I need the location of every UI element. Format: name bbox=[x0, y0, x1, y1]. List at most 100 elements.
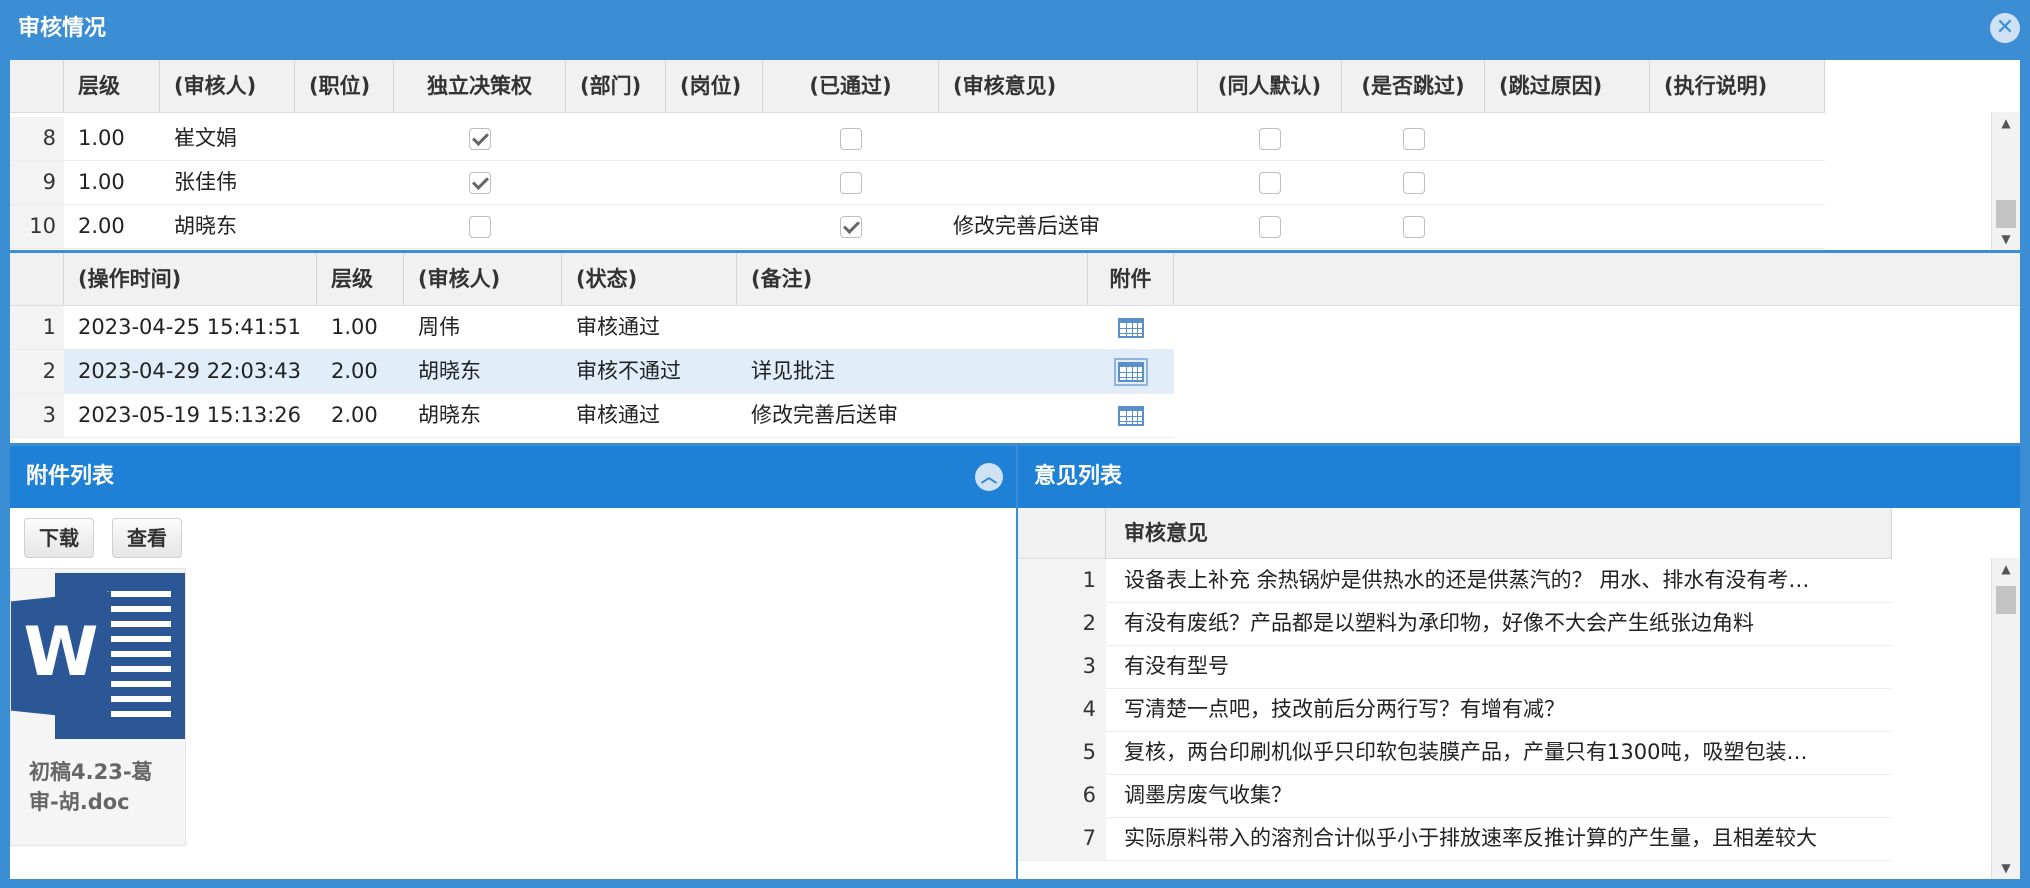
same-default-checkbox[interactable] bbox=[1259, 216, 1281, 238]
col-department[interactable]: (部门) bbox=[566, 60, 666, 112]
note-cell: 修改完善后送审 bbox=[751, 403, 898, 427]
row-number: 3 bbox=[1018, 645, 1106, 688]
col-same-default[interactable]: (同人默认) bbox=[1198, 60, 1342, 112]
row-number: 5 bbox=[1018, 731, 1106, 774]
independent-checkbox[interactable] bbox=[469, 172, 491, 194]
reviewer-cell: 张佳伟 bbox=[174, 170, 237, 194]
row-number: 3 bbox=[10, 394, 64, 437]
close-icon[interactable]: ✕ bbox=[1990, 13, 2020, 43]
level-cell: 1.00 bbox=[78, 170, 125, 194]
col-skip-reason[interactable]: (跳过原因) bbox=[1485, 60, 1650, 112]
skipped-cell bbox=[1342, 117, 1485, 160]
skipped-checkbox[interactable] bbox=[1402, 216, 1425, 238]
passed-checkbox[interactable] bbox=[840, 172, 862, 194]
list-item[interactable]: 6 调墨房废气收集？ bbox=[1018, 774, 1892, 818]
table-row[interactable]: 1 2023-04-25 15:41:51 1.00 周伟 审核通过 bbox=[10, 306, 1174, 350]
download-button[interactable]: 下载 bbox=[24, 518, 94, 558]
list-item[interactable]: 5 复核，两台印刷机似乎只印软包装膜产品，产量只有1300吨，吸塑包装… bbox=[1018, 731, 1892, 775]
attachment-grid-icon[interactable] bbox=[1118, 406, 1144, 426]
attachment-cell bbox=[1088, 306, 1174, 349]
col-level[interactable]: 层级 bbox=[64, 60, 160, 112]
col-post[interactable]: (岗位) bbox=[666, 60, 763, 112]
collapse-chevron-icon[interactable]: ︿ bbox=[975, 463, 1003, 491]
reviewer-cell: 胡晓东 bbox=[174, 214, 237, 238]
opinions-header: 审核意见 bbox=[1018, 508, 1892, 559]
scroll-up-icon[interactable]: ▲ bbox=[1992, 558, 2020, 580]
opinions-title: 意见列表 bbox=[1034, 464, 1123, 489]
review-table: 层级 (审核人) (职位) 独立决策权 (部门) (岗位) (已通过) (审核意… bbox=[10, 60, 2020, 250]
scroll-thumb[interactable] bbox=[1996, 586, 2016, 614]
col-reviewer[interactable]: (审核人) bbox=[404, 253, 562, 305]
col-opinion[interactable]: (审核意见) bbox=[939, 60, 1198, 112]
col-status[interactable]: (状态) bbox=[562, 253, 737, 305]
col-attachment[interactable]: 附件 bbox=[1088, 253, 1174, 305]
col-review-opinion[interactable]: 审核意见 bbox=[1106, 508, 1892, 558]
passed-checkbox[interactable] bbox=[840, 216, 862, 238]
skipped-cell bbox=[1342, 161, 1485, 204]
attachment-grid-icon[interactable] bbox=[1118, 318, 1144, 338]
attachment-cell bbox=[1088, 350, 1174, 393]
list-item[interactable]: 2 有没有废纸？产品都是以塑料为承印物，好像不大会产生纸张边角料 bbox=[1018, 602, 1892, 646]
row-number: 1 bbox=[10, 306, 64, 349]
skipped-cell bbox=[1342, 205, 1485, 248]
row-number: 6 bbox=[1018, 774, 1106, 817]
independent-checkbox[interactable] bbox=[469, 128, 491, 150]
scroll-up-icon[interactable]: ▲ bbox=[1992, 112, 2020, 134]
reviewer-cell: 崔文娟 bbox=[174, 126, 237, 150]
passed-cell bbox=[763, 161, 939, 204]
attachment-file-item[interactable]: W 初稿4.23-葛 审-胡.doc bbox=[10, 568, 186, 846]
row-number: 10 bbox=[10, 205, 64, 248]
list-item[interactable]: 7 实际原料带入的溶剂合计似乎小于排放速率反推计算的产生量，且相差较大 bbox=[1018, 817, 1892, 861]
opinion-text: 调墨房废气收集？ bbox=[1124, 783, 1292, 807]
same-default-checkbox[interactable] bbox=[1259, 172, 1281, 194]
opinion-text: 写清楚一点吧，技改前后分两行写？有增有减？ bbox=[1124, 697, 1565, 721]
table-row[interactable]: 9 1.00 张佳伟 bbox=[10, 161, 1825, 205]
same-default-checkbox[interactable] bbox=[1259, 128, 1281, 150]
col-position[interactable]: (职位) bbox=[295, 60, 394, 112]
col-level[interactable]: 层级 bbox=[317, 253, 404, 305]
attachment-grid-icon[interactable] bbox=[1114, 358, 1148, 386]
col-skipped[interactable]: (是否跳过) bbox=[1342, 60, 1485, 112]
table-row-selected[interactable]: 2 2023-04-29 22:03:43 2.00 胡晓东 审核不通过 详见批… bbox=[10, 350, 1174, 394]
passed-checkbox[interactable] bbox=[840, 128, 862, 150]
opinions-scrollbar[interactable]: ▲ ▼ bbox=[1991, 558, 2020, 879]
independent-cell bbox=[394, 205, 566, 248]
attachments-panel: 下载 查看 W 初稿4.23-葛 审-胡.doc bbox=[10, 508, 1016, 879]
col-op-time[interactable]: (操作时间) bbox=[64, 253, 317, 305]
row-number: 8 bbox=[10, 117, 64, 160]
opinion-text: 设备表上补充 余热锅炉是供热水的还是供蒸汽的？ 用水、排水有没有考… bbox=[1124, 568, 1810, 592]
status-cell: 审核通过 bbox=[576, 403, 660, 427]
review-scrollbar[interactable]: ▲ ▼ bbox=[1991, 112, 2020, 250]
skipped-checkbox[interactable] bbox=[1402, 128, 1425, 150]
list-item[interactable]: 4 写清楚一点吧，技改前后分两行写？有增有减？ bbox=[1018, 688, 1892, 732]
scroll-thumb[interactable] bbox=[1996, 200, 2016, 228]
note-cell: 详见批注 bbox=[751, 359, 835, 383]
col-exec-note[interactable]: (执行说明) bbox=[1650, 60, 1825, 112]
level-cell: 1.00 bbox=[78, 126, 125, 150]
col-reviewer[interactable]: (审核人) bbox=[160, 60, 295, 112]
col-independent[interactable]: 独立决策权 bbox=[394, 60, 566, 112]
time-cell: 2023-04-29 22:03:43 bbox=[78, 359, 302, 383]
view-button[interactable]: 查看 bbox=[112, 518, 182, 558]
table-row[interactable]: 3 2023-05-19 15:13:26 2.00 胡晓东 审核通过 修改完善… bbox=[10, 394, 1174, 438]
skipped-checkbox[interactable] bbox=[1402, 172, 1425, 194]
same-default-cell bbox=[1198, 205, 1342, 248]
table-row[interactable]: 8 1.00 崔文娟 bbox=[10, 117, 1825, 161]
independent-cell bbox=[394, 161, 566, 204]
row-number: 4 bbox=[1018, 688, 1106, 731]
reviewer-cell: 胡晓东 bbox=[418, 403, 481, 427]
opinion-cell: 修改完善后送审 bbox=[953, 214, 1100, 238]
col-passed[interactable]: (已通过) bbox=[763, 60, 939, 112]
table-row[interactable]: 10 2.00 胡晓东 修改完善后送审 bbox=[10, 205, 1825, 249]
row-number: 9 bbox=[10, 161, 64, 204]
scroll-down-icon[interactable]: ▼ bbox=[1992, 857, 2020, 879]
status-cell: 审核不通过 bbox=[576, 359, 681, 383]
scroll-down-icon[interactable]: ▼ bbox=[1992, 228, 2020, 250]
col-note[interactable]: (备注) bbox=[737, 253, 1088, 305]
opinion-cell bbox=[939, 117, 1198, 160]
time-cell: 2023-05-19 15:13:26 bbox=[78, 403, 302, 427]
list-item[interactable]: 3 有没有型号 bbox=[1018, 645, 1892, 689]
independent-checkbox[interactable] bbox=[469, 216, 491, 238]
list-item[interactable]: 1 设备表上补充 余热锅炉是供热水的还是供蒸汽的？ 用水、排水有没有考… bbox=[1018, 559, 1892, 603]
same-default-cell bbox=[1198, 161, 1342, 204]
